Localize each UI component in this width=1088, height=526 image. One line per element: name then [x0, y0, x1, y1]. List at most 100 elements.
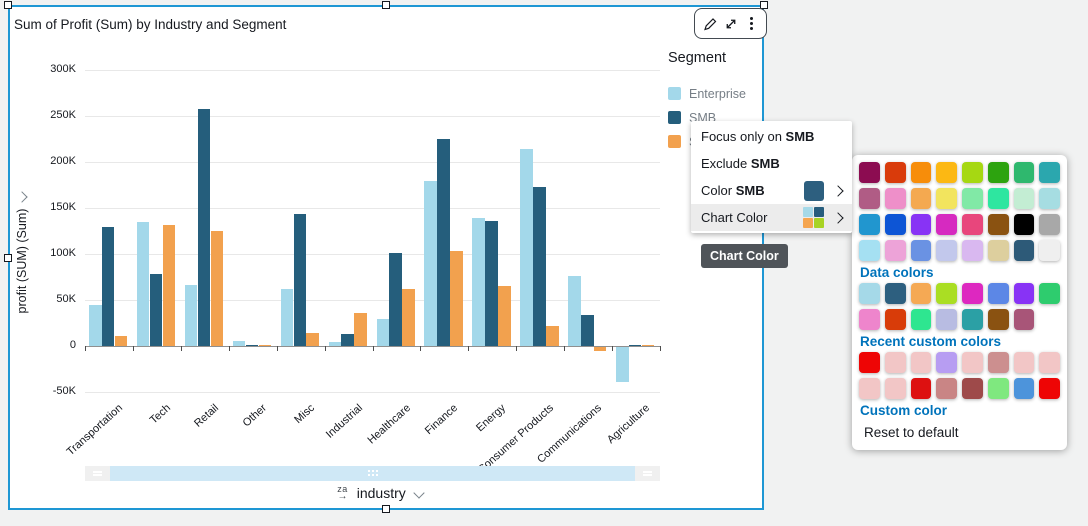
bar-healthcare-smb[interactable] — [389, 253, 402, 346]
recent-color-swatch[interactable] — [962, 352, 983, 373]
recent-color-swatch[interactable] — [1014, 378, 1035, 399]
standard-color-swatch[interactable] — [1039, 214, 1060, 235]
standard-color-swatch[interactable] — [936, 188, 957, 209]
recent-color-swatch[interactable] — [1014, 352, 1035, 373]
standard-color-swatch[interactable] — [911, 188, 932, 209]
standard-color-swatch[interactable] — [988, 214, 1009, 235]
bar-finance-startup[interactable] — [450, 251, 463, 346]
bar-tech-startup[interactable] — [163, 225, 176, 346]
expand-icon[interactable] — [721, 13, 740, 35]
legend-item-enterprise[interactable]: Enterprise — [668, 87, 763, 100]
standard-color-swatch[interactable] — [885, 240, 906, 261]
standard-color-swatch[interactable] — [936, 162, 957, 183]
bar-consumer-products-startup[interactable] — [546, 326, 559, 346]
bar-consumer-products-smb[interactable] — [533, 187, 546, 346]
bar-other-smb[interactable] — [246, 345, 259, 346]
menu-item-focus-only-on-smb[interactable]: Focus only on SMB — [691, 123, 852, 150]
custom-color-link[interactable]: Custom color — [860, 403, 1059, 418]
data-color-swatch[interactable] — [911, 283, 932, 304]
standard-color-swatch[interactable] — [1014, 188, 1035, 209]
scrollbar-left-handle[interactable] — [85, 466, 110, 481]
standard-color-swatch[interactable] — [988, 188, 1009, 209]
bar-other-startup[interactable] — [259, 345, 272, 346]
recent-color-swatch[interactable] — [936, 378, 957, 399]
bar-industrial-startup[interactable] — [354, 313, 367, 346]
data-color-swatch[interactable] — [936, 283, 957, 304]
standard-color-swatch[interactable] — [859, 162, 880, 183]
bar-finance-smb[interactable] — [437, 139, 450, 346]
standard-color-swatch[interactable] — [859, 240, 880, 261]
scrollbar-right-handle[interactable] — [635, 466, 660, 481]
standard-color-swatch[interactable] — [1014, 240, 1035, 261]
recent-color-swatch[interactable] — [911, 352, 932, 373]
bar-communications-startup[interactable] — [594, 347, 607, 351]
bar-industrial-smb[interactable] — [341, 334, 354, 346]
recent-color-swatch[interactable] — [988, 352, 1009, 373]
data-color-swatch[interactable] — [936, 309, 957, 330]
bar-agriculture-startup[interactable] — [642, 345, 655, 346]
bar-agriculture-enterprise[interactable] — [616, 347, 629, 382]
standard-color-swatch[interactable] — [859, 188, 880, 209]
resize-handle-middle-left[interactable] — [4, 254, 12, 262]
bar-healthcare-enterprise[interactable] — [377, 319, 390, 346]
bar-retail-smb[interactable] — [198, 109, 211, 346]
recent-color-swatch[interactable] — [859, 378, 880, 399]
x-axis-field-label[interactable]: industry — [357, 485, 406, 501]
data-color-swatch[interactable] — [911, 309, 932, 330]
recent-color-swatch[interactable] — [988, 378, 1009, 399]
standard-color-swatch[interactable] — [911, 240, 932, 261]
bar-other-enterprise[interactable] — [233, 341, 246, 346]
recent-color-swatch[interactable] — [911, 378, 932, 399]
standard-color-swatch[interactable] — [1039, 162, 1060, 183]
recent-color-swatch[interactable] — [885, 352, 906, 373]
standard-color-swatch[interactable] — [988, 162, 1009, 183]
data-color-swatch[interactable] — [859, 283, 880, 304]
standard-color-swatch[interactable] — [859, 214, 880, 235]
standard-color-swatch[interactable] — [936, 214, 957, 235]
bar-misc-smb[interactable] — [294, 214, 307, 346]
standard-color-swatch[interactable] — [1014, 162, 1035, 183]
kebab-menu-icon[interactable] — [742, 13, 761, 35]
resize-handle-bottom-center[interactable] — [382, 505, 390, 513]
recent-color-swatch[interactable] — [859, 352, 880, 373]
bar-tech-enterprise[interactable] — [137, 222, 150, 346]
recent-color-swatch[interactable] — [885, 378, 906, 399]
data-color-swatch[interactable] — [988, 309, 1009, 330]
data-color-swatch[interactable] — [885, 283, 906, 304]
bar-consumer-products-enterprise[interactable] — [520, 149, 533, 346]
bar-tech-smb[interactable] — [150, 274, 163, 346]
standard-color-swatch[interactable] — [936, 240, 957, 261]
data-color-swatch[interactable] — [1014, 309, 1035, 330]
bar-misc-startup[interactable] — [306, 333, 319, 346]
sort-icon[interactable]: za → — [337, 485, 348, 502]
menu-item-exclude-smb[interactable]: Exclude SMB — [691, 150, 852, 177]
bar-finance-enterprise[interactable] — [424, 181, 437, 346]
bar-industrial-enterprise[interactable] — [329, 342, 342, 346]
bar-transportation-startup[interactable] — [115, 336, 128, 346]
standard-color-swatch[interactable] — [1039, 188, 1060, 209]
recent-color-swatch[interactable] — [1039, 378, 1060, 399]
standard-color-swatch[interactable] — [885, 214, 906, 235]
bar-transportation-smb[interactable] — [102, 227, 115, 346]
data-color-swatch[interactable] — [962, 309, 983, 330]
data-color-swatch[interactable] — [859, 309, 880, 330]
bar-communications-enterprise[interactable] — [568, 276, 581, 346]
x-axis-field-control[interactable]: za → industry — [290, 482, 470, 504]
recent-color-swatch[interactable] — [1039, 352, 1060, 373]
resize-handle-top-left[interactable] — [4, 1, 12, 9]
bar-retail-startup[interactable] — [211, 231, 224, 346]
bar-agriculture-smb[interactable] — [629, 345, 642, 346]
standard-color-swatch[interactable] — [962, 188, 983, 209]
standard-color-swatch[interactable] — [962, 214, 983, 235]
edit-pencil-icon[interactable] — [700, 13, 719, 35]
standard-color-swatch[interactable] — [988, 240, 1009, 261]
chevron-down-icon[interactable] — [413, 487, 424, 498]
standard-color-swatch[interactable] — [1039, 240, 1060, 261]
data-color-swatch[interactable] — [1014, 283, 1035, 304]
bar-energy-smb[interactable] — [485, 221, 498, 346]
menu-item-chart-color[interactable]: Chart Color — [691, 204, 852, 231]
standard-color-swatch[interactable] — [962, 240, 983, 261]
data-color-swatch[interactable] — [885, 309, 906, 330]
standard-color-swatch[interactable] — [885, 188, 906, 209]
menu-item-color-smb[interactable]: Color SMB — [691, 177, 852, 204]
